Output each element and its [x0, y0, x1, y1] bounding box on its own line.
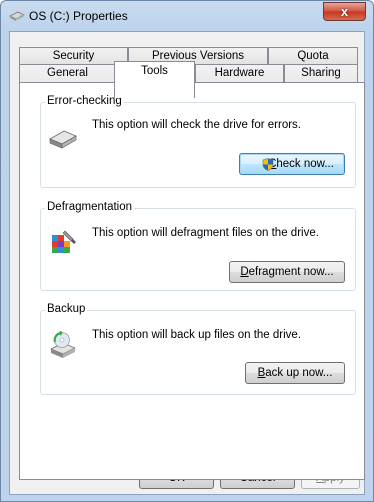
defragment-icon	[52, 230, 76, 253]
properties-window: OS (C:) Properties x Security Previous V…	[0, 0, 374, 502]
tab-label: Sharing	[301, 67, 341, 79]
check-now-button[interactable]: Check now...	[239, 153, 345, 175]
shield-icon	[262, 158, 274, 171]
check-now-label: heck now...	[276, 158, 334, 170]
hard-drive-icon	[49, 130, 77, 149]
error-checking-label: Error-checking	[45, 95, 124, 107]
tab-label: Hardware	[214, 67, 265, 79]
defragment-now-button[interactable]: Defragment now...	[229, 261, 345, 283]
tab-security[interactable]: Security	[19, 47, 128, 64]
backup-description: This option will back up files on the dr…	[92, 329, 302, 341]
tab-label: Security	[52, 50, 95, 62]
title-bar[interactable]: OS (C:) Properties x	[1, 1, 373, 31]
tab-tools[interactable]: Tools	[114, 61, 195, 98]
defragmentation-label: Defragmentation	[45, 201, 135, 213]
close-icon: x	[340, 4, 349, 19]
close-button[interactable]: x	[323, 2, 366, 21]
backup-group: Backup This option will back up files on…	[40, 303, 356, 395]
error-checking-description: This option will check the drive for err…	[92, 119, 301, 131]
defragment-now-mnemonic: D	[240, 266, 249, 278]
backup-label: Backup	[45, 303, 88, 315]
defragment-now-label: efragment now...	[248, 266, 334, 278]
defragmentation-group: Defragmentation This option will defragm…	[40, 201, 356, 291]
tab-label: Tools	[141, 65, 168, 77]
tools-tab-panel: Error-checking This option will check th…	[19, 82, 365, 480]
drive-title-icon	[9, 11, 25, 21]
defragmentation-description: This option will defragment files on the…	[92, 227, 319, 239]
window-title: OS (C:) Properties	[29, 9, 128, 23]
error-checking-group: Error-checking This option will check th…	[40, 95, 356, 188]
tab-quota[interactable]: Quota	[268, 47, 358, 64]
back-up-now-label: ack up now...	[265, 367, 333, 379]
back-up-now-button[interactable]: Back up now...	[245, 362, 345, 384]
dialog-client-area: Security Previous Versions Quota General…	[9, 31, 365, 495]
backup-icon	[50, 331, 76, 358]
tab-label: General	[47, 67, 88, 79]
tab-label: Quota	[297, 50, 329, 62]
